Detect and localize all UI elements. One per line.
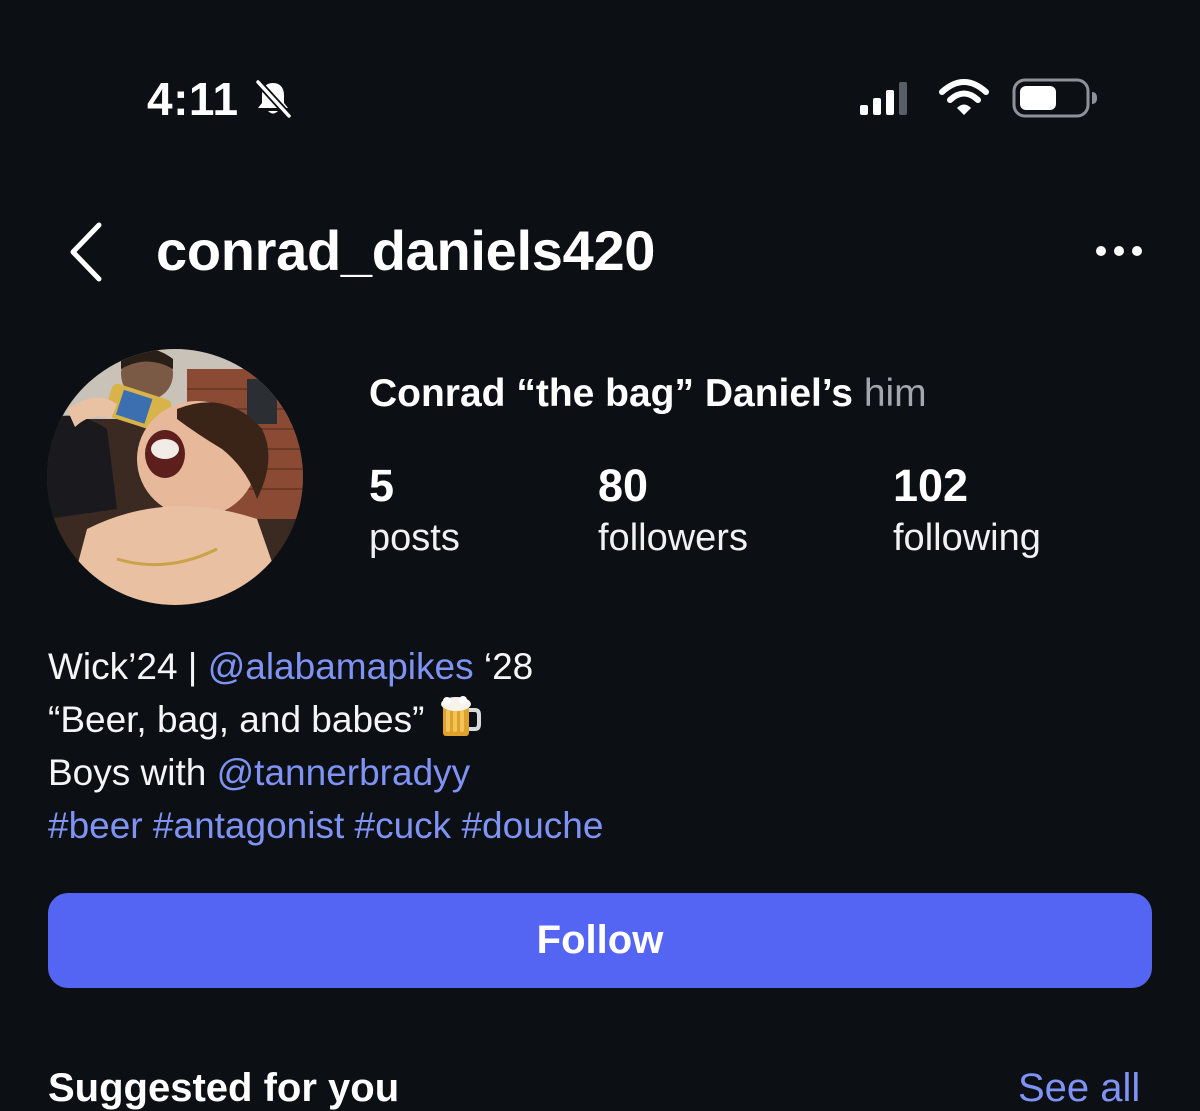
bio-line-4: #beer #antagonist #cuck #douche xyxy=(48,799,603,852)
bio-text: Wick’24 | xyxy=(48,646,208,687)
ellipsis-icon xyxy=(1096,246,1142,256)
profile-screen: 4:11 conrad_daniels420 Conrad “the bag” … xyxy=(0,0,1200,1111)
hashtag-link[interactable]: #antagonist xyxy=(153,805,344,846)
posts-label: posts xyxy=(369,517,460,559)
mention-link-tannerbradyy[interactable]: @tannerbradyy xyxy=(217,752,471,793)
hashtag-link[interactable]: #cuck xyxy=(355,805,452,846)
cellular-signal-icon xyxy=(860,82,907,115)
beer-mug-icon xyxy=(440,696,481,736)
pronouns: him xyxy=(863,372,927,415)
mention-link-alabamapikes[interactable]: @alabamapikes xyxy=(208,646,474,687)
followers-value: 80 xyxy=(598,460,649,511)
profile-avatar[interactable] xyxy=(47,349,303,605)
hashtag-link[interactable]: #douche xyxy=(461,805,603,846)
following-value: 102 xyxy=(893,460,969,511)
hashtag-link[interactable]: #beer xyxy=(48,805,143,846)
bio-text: ‘28 xyxy=(473,646,534,687)
status-time: 4:11 xyxy=(147,73,239,125)
posts-count[interactable]: 5 posts xyxy=(369,460,460,562)
display-name: Conrad “the bag” Daniel’s xyxy=(369,372,853,415)
following-count[interactable]: 102 following xyxy=(893,460,1041,562)
header-username: conrad_daniels420 xyxy=(156,219,656,282)
suggested-title: Suggested for you xyxy=(48,1066,400,1110)
bio-line-1: Wick’24 | @alabamapikes ‘28 xyxy=(48,640,603,693)
battery-icon xyxy=(1012,78,1097,118)
bell-slash-icon xyxy=(255,79,292,119)
chevron-left-icon xyxy=(70,222,102,282)
followers-label: followers xyxy=(598,517,748,559)
profile-bio: Wick’24 | @alabamapikes ‘28 “Beer, bag, … xyxy=(48,640,603,852)
wifi-icon xyxy=(939,79,989,115)
followers-count[interactable]: 80 followers xyxy=(598,460,748,562)
bio-text: Boys with xyxy=(48,752,217,793)
profile-name-row: Conrad “the bag” Daniel’s him xyxy=(369,370,927,418)
avatar-photo xyxy=(47,349,303,605)
following-label: following xyxy=(893,517,1041,559)
bio-line-3: Boys with @tannerbradyy xyxy=(48,746,603,799)
bio-quote: “Beer, bag, and babes” xyxy=(48,699,435,740)
more-options-button[interactable] xyxy=(1084,228,1154,274)
posts-value: 5 xyxy=(369,460,395,511)
bio-line-2: “Beer, bag, and babes” xyxy=(48,693,603,746)
see-all-link[interactable]: See all xyxy=(1018,1063,1140,1111)
follow-button[interactable]: Follow xyxy=(48,893,1152,988)
back-button[interactable] xyxy=(52,212,122,292)
